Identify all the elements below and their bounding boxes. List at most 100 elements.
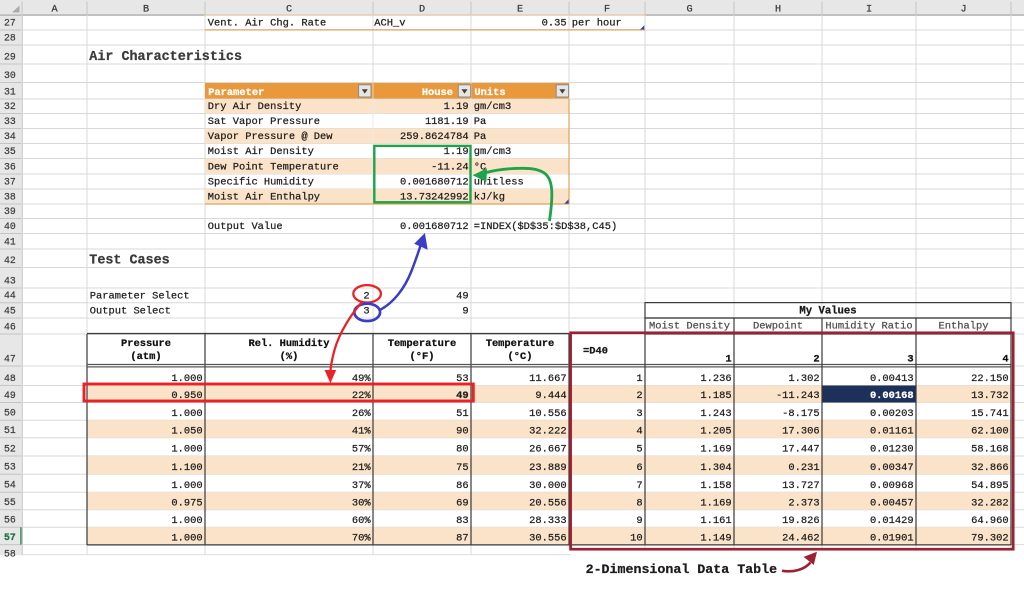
svg-text:22.150: 22.150 — [971, 373, 1008, 385]
svg-text:1.19: 1.19 — [444, 146, 469, 158]
svg-text:0.001680712: 0.001680712 — [400, 177, 469, 189]
svg-text:0.00168: 0.00168 — [870, 390, 914, 402]
svg-text:Pressure: Pressure — [121, 338, 171, 350]
svg-text:3: 3 — [363, 306, 369, 318]
svg-text:62.100: 62.100 — [971, 426, 1008, 438]
svg-text:0.00413: 0.00413 — [870, 373, 914, 385]
svg-text:32.222: 32.222 — [529, 426, 566, 438]
svg-text:0.01429: 0.01429 — [870, 515, 914, 527]
svg-text:F: F — [604, 4, 610, 15]
svg-text:37%: 37% — [352, 480, 371, 492]
svg-text:0.01230: 0.01230 — [870, 444, 914, 456]
svg-text:32.866: 32.866 — [971, 462, 1008, 474]
svg-text:Enthalpy: Enthalpy — [939, 321, 989, 333]
svg-text:44: 44 — [4, 290, 16, 301]
svg-text:Dew Point Temperature: Dew Point Temperature — [208, 162, 339, 174]
svg-text:36: 36 — [4, 161, 16, 172]
svg-text:kJ/kg: kJ/kg — [474, 192, 505, 204]
svg-text:Sat Vapor Pressure: Sat Vapor Pressure — [208, 116, 320, 128]
svg-text:75: 75 — [456, 462, 468, 474]
svg-text:17.447: 17.447 — [782, 444, 819, 456]
svg-text:79.302: 79.302 — [971, 532, 1008, 544]
svg-text:51: 51 — [4, 425, 16, 436]
svg-text:2: 2 — [636, 390, 642, 402]
svg-text:1: 1 — [725, 354, 731, 366]
svg-text:1.236: 1.236 — [700, 373, 731, 385]
svg-text:Temperature: Temperature — [486, 338, 555, 350]
svg-text:60%: 60% — [352, 515, 371, 527]
svg-text:2: 2 — [813, 354, 819, 366]
svg-text:15.741: 15.741 — [971, 408, 1008, 420]
svg-text:28: 28 — [4, 32, 16, 43]
svg-text:J: J — [960, 4, 966, 15]
svg-text:52: 52 — [4, 443, 16, 454]
svg-text:I: I — [866, 4, 872, 15]
svg-text:Units: Units — [474, 87, 505, 99]
svg-text:0.975: 0.975 — [171, 497, 202, 509]
svg-text:0.00457: 0.00457 — [870, 497, 914, 509]
svg-text:per hour: per hour — [572, 18, 622, 30]
svg-text:B: B — [143, 4, 149, 15]
svg-text:gm/cm3: gm/cm3 — [474, 101, 511, 113]
svg-text:0.01901: 0.01901 — [870, 532, 914, 544]
svg-text:53: 53 — [4, 462, 16, 473]
svg-text:21%: 21% — [352, 462, 371, 474]
svg-text:70%: 70% — [352, 532, 371, 544]
svg-text:1.050: 1.050 — [171, 426, 202, 438]
svg-text:Moist Air Enthalpy: Moist Air Enthalpy — [208, 192, 320, 204]
svg-text:0.001680712: 0.001680712 — [400, 221, 469, 233]
svg-text:90: 90 — [456, 426, 468, 438]
svg-text:2.373: 2.373 — [788, 497, 819, 509]
svg-text:ACH_v: ACH_v — [374, 18, 405, 30]
svg-text:0.00968: 0.00968 — [870, 480, 914, 492]
svg-text:0.00203: 0.00203 — [870, 408, 914, 420]
svg-text:40: 40 — [4, 221, 16, 232]
svg-text:(°C): (°C) — [508, 351, 533, 363]
svg-text:1181.19: 1181.19 — [425, 116, 469, 128]
svg-text:56: 56 — [4, 515, 16, 526]
svg-text:Vapor Pressure @ Dew: Vapor Pressure @ Dew — [208, 131, 333, 143]
svg-text:51: 51 — [456, 408, 468, 420]
svg-text:1.19: 1.19 — [444, 101, 469, 113]
svg-text:9.444: 9.444 — [535, 390, 566, 402]
svg-text:43: 43 — [4, 275, 16, 286]
svg-text:0.35: 0.35 — [542, 18, 567, 30]
svg-text:83: 83 — [456, 515, 468, 527]
svg-text:9: 9 — [636, 515, 642, 527]
svg-text:41: 41 — [4, 236, 16, 247]
svg-text:-8.175: -8.175 — [782, 408, 819, 420]
svg-text:Dry Air Density: Dry Air Density — [208, 101, 302, 113]
svg-text:0.231: 0.231 — [788, 462, 819, 474]
svg-text:Humidity Ratio: Humidity Ratio — [825, 321, 912, 333]
svg-text:80: 80 — [456, 444, 468, 456]
svg-text:My Values: My Values — [799, 306, 856, 318]
svg-text:=INDEX($D$35:$D$38,C45): =INDEX($D$35:$D$38,C45) — [474, 221, 617, 233]
svg-text:1.000: 1.000 — [171, 408, 202, 420]
svg-text:45: 45 — [4, 305, 16, 316]
svg-text:1: 1 — [636, 373, 642, 385]
svg-text:(%): (%) — [280, 351, 299, 363]
svg-text:1.169: 1.169 — [700, 444, 731, 456]
svg-text:Parameter Select: Parameter Select — [90, 291, 190, 303]
svg-text:C: C — [286, 4, 292, 15]
svg-text:13.732: 13.732 — [971, 390, 1008, 402]
svg-text:Vent. Air Chg. Rate: Vent. Air Chg. Rate — [208, 18, 326, 30]
svg-text:64.960: 64.960 — [971, 515, 1008, 527]
svg-text:Test Cases: Test Cases — [89, 254, 169, 269]
svg-text:Pa: Pa — [474, 116, 486, 128]
svg-text:55: 55 — [4, 497, 16, 508]
svg-text:41%: 41% — [352, 426, 371, 438]
svg-text:1.100: 1.100 — [171, 462, 202, 474]
svg-text:24.462: 24.462 — [782, 532, 819, 544]
svg-text:1.185: 1.185 — [700, 390, 731, 402]
svg-text:50: 50 — [4, 408, 16, 419]
svg-text:E: E — [517, 4, 523, 15]
svg-text:1.302: 1.302 — [788, 373, 819, 385]
svg-text:(°F): (°F) — [410, 351, 435, 363]
svg-text:39: 39 — [4, 206, 16, 217]
svg-text:42: 42 — [4, 255, 16, 266]
svg-text:9: 9 — [462, 306, 468, 318]
svg-text:-11.24: -11.24 — [431, 162, 468, 174]
svg-text:Air Characteristics: Air Characteristics — [89, 50, 242, 65]
svg-text:19.826: 19.826 — [782, 515, 819, 527]
